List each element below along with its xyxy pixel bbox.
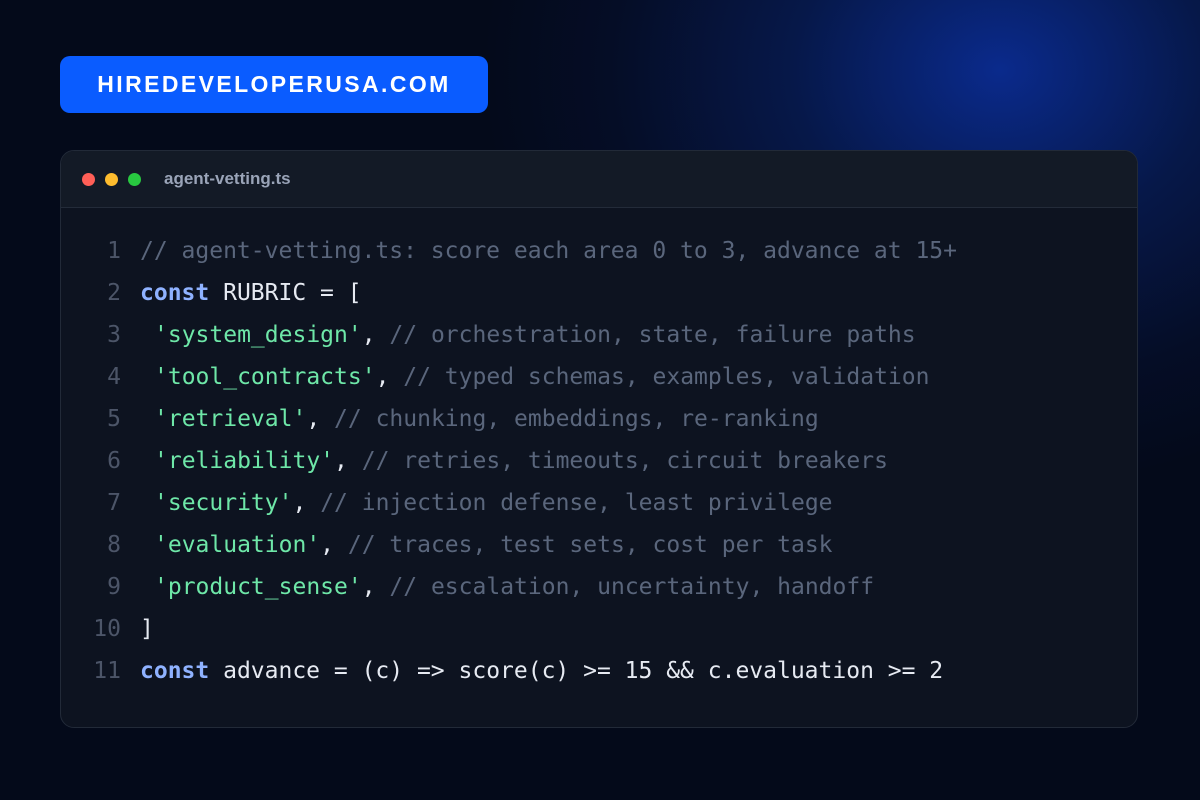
line-source: 'system_design', // orchestration, state… — [140, 322, 916, 348]
code-text: RUBRIC = [ — [209, 280, 362, 306]
code-string: 'tool_contracts' — [154, 364, 376, 390]
line-source: // agent-vetting.ts: score each area 0 t… — [140, 238, 957, 264]
code-line: 5 'retrieval', // chunking, embeddings, … — [61, 398, 1131, 440]
code-line: 6 'reliability', // retries, timeouts, c… — [61, 440, 1131, 482]
brand-badge: HIREDEVELOPERUSA.COM — [60, 56, 488, 113]
line-number: 8 — [107, 532, 121, 558]
code-line: 9 'product_sense', // escalation, uncert… — [61, 566, 1131, 608]
line-source: 'security', // injection defense, least … — [140, 490, 833, 516]
line-number: 1 — [107, 238, 121, 264]
line-number: 3 — [107, 322, 121, 348]
code-comment: // traces, test sets, cost per task — [347, 532, 833, 558]
code-punct: , — [306, 406, 335, 432]
line-number: 9 — [107, 574, 121, 600]
code-string: 'security' — [154, 490, 293, 516]
code-line: 11 const advance = (c) => score(c) >= 15… — [61, 650, 1131, 692]
code-text: ] — [140, 616, 154, 642]
line-source: 'tool_contracts', // typed schemas, exam… — [140, 364, 929, 390]
code-line: 1 // agent-vetting.ts: score each area 0… — [61, 230, 1131, 272]
line-source: 'reliability', // retries, timeouts, cir… — [140, 448, 888, 474]
code-comment: // orchestration, state, failure paths — [389, 322, 916, 348]
code-line: 3 'system_design', // orchestration, sta… — [61, 314, 1131, 356]
brand-label: HIREDEVELOPERUSA.COM — [97, 71, 451, 97]
code-window: agent-vetting.ts 1 // agent-vetting.ts: … — [60, 150, 1138, 728]
code-punct: , — [320, 532, 348, 558]
code-comment: // typed schemas, examples, validation — [403, 364, 930, 390]
code-text: advance = (c) => score(c) >= 15 && c.eva… — [209, 658, 944, 684]
code-punct: , — [361, 574, 390, 600]
code-line: 10 ] — [61, 608, 1131, 650]
close-dot-icon[interactable] — [82, 172, 95, 186]
code-line: 4 'tool_contracts', // typed schemas, ex… — [61, 356, 1131, 398]
line-source: 'retrieval', // chunking, embeddings, re… — [140, 406, 819, 432]
code-string: 'reliability' — [154, 448, 335, 474]
code-string: 'evaluation' — [154, 532, 321, 558]
minimize-dot-icon[interactable] — [105, 172, 118, 186]
code-comment: // escalation, uncertainty, handoff — [389, 574, 875, 600]
code-punct: , — [375, 364, 404, 390]
line-number: 4 — [107, 364, 121, 390]
window-titlebar: agent-vetting.ts — [61, 151, 1137, 208]
code-keyword: const — [140, 658, 210, 684]
code-string: 'product_sense' — [154, 574, 362, 600]
code-punct: , — [361, 322, 390, 348]
code-line: 8 'evaluation', // traces, test sets, co… — [61, 524, 1131, 566]
line-number: 7 — [107, 490, 121, 516]
line-number: 6 — [107, 448, 121, 474]
code-keyword: const — [140, 280, 210, 306]
maximize-dot-icon[interactable] — [128, 172, 141, 186]
code-line: 7 'security', // injection defense, leas… — [61, 482, 1131, 524]
code-comment: // retries, timeouts, circuit breakers — [361, 448, 888, 474]
code-punct: , — [334, 448, 362, 474]
line-source: ] — [140, 616, 154, 642]
line-number: 5 — [107, 406, 121, 432]
line-number: 2 — [107, 280, 121, 306]
window-filename: agent-vetting.ts — [164, 169, 291, 188]
code-string: 'system_design' — [154, 322, 362, 348]
code-string: 'retrieval' — [154, 406, 307, 432]
code-editor: 1 // agent-vetting.ts: score each area 0… — [61, 230, 1131, 692]
line-number: 10 — [93, 616, 121, 642]
code-comment: // injection defense, least privilege — [320, 490, 833, 516]
code-comment: // agent-vetting.ts: score each area 0 t… — [140, 238, 957, 264]
line-source: 'evaluation', // traces, test sets, cost… — [140, 532, 833, 558]
code-comment: // chunking, embeddings, re-ranking — [334, 406, 819, 432]
line-source: const RUBRIC = [ — [140, 280, 362, 306]
line-source: const advance = (c) => score(c) >= 15 &&… — [140, 658, 943, 684]
code-line: 2 const RUBRIC = [ — [61, 272, 1131, 314]
code-punct: , — [292, 490, 321, 516]
line-source: 'product_sense', // escalation, uncertai… — [140, 574, 874, 600]
line-number: 11 — [93, 658, 121, 684]
